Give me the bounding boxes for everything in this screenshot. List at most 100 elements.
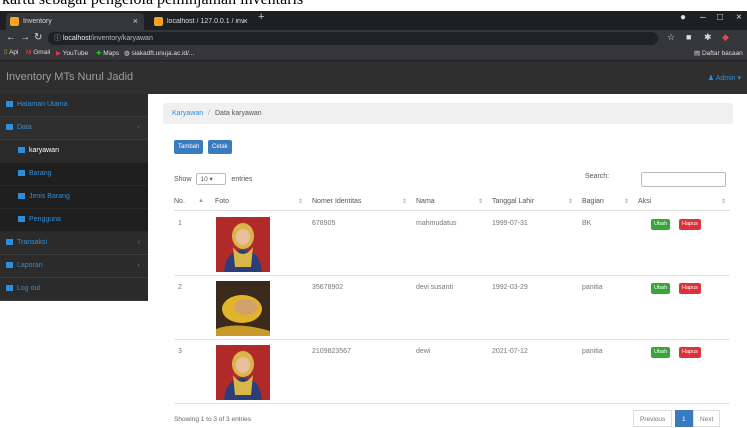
employee-photo (216, 281, 270, 336)
bookmark-gmail[interactable]: M Gmail (26, 49, 50, 56)
delete-button[interactable]: Hapus (679, 283, 701, 294)
delete-button[interactable]: Hapus (679, 219, 701, 230)
tab-title: localhost / 127.0.0.1 / inventory / (167, 18, 245, 25)
chevron-icon: ‹ (137, 124, 140, 131)
url-path: /inventory/karyawan (90, 35, 153, 42)
minimize-icon[interactable]: – (700, 12, 706, 23)
col-nomer-identitas[interactable]: Nomer Identitas (312, 198, 361, 205)
sidebar-item-barang[interactable]: Barang (0, 163, 148, 186)
col-nama[interactable]: Nama (416, 198, 435, 205)
browser-tab-inventory[interactable]: Inventory × (6, 13, 144, 30)
sort-icon[interactable]: ⇕ (721, 198, 726, 205)
inventory-favicon-icon (10, 17, 19, 26)
desktop-icon (18, 170, 25, 177)
back-icon[interactable]: ← (6, 32, 16, 43)
phpmyadmin-favicon-icon (154, 17, 163, 26)
table-icon (6, 239, 13, 246)
bookmarks-bar: ⁞⁞ Apl M Gmail ▶ YouTube ✚ Maps ◍ siakad… (0, 47, 747, 61)
employee-photo (216, 345, 270, 400)
close-window-icon[interactable]: × (736, 12, 742, 23)
table-row: 3 2109823567 dewi 2021-07-12 panitia Uba… (174, 340, 730, 404)
next-page-button[interactable]: Next (693, 410, 721, 427)
sidebar-item-karyawan[interactable]: karyawan (0, 140, 148, 163)
main-content: Karyawan / Data karyawan Tambah Cetak Sh… (148, 94, 747, 427)
extension-icon[interactable]: ■ (686, 32, 691, 42)
bookmark-apps[interactable]: ⁞⁞ Apl (4, 49, 18, 56)
profile-icon[interactable]: ● (680, 12, 686, 23)
sidebar-item-jenis-barang[interactable]: Jenis Barang (0, 186, 148, 209)
browser-tab-strip: Inventory × localhost / 127.0.0.1 / inve… (0, 11, 747, 30)
sort-icon[interactable]: ⇕ (298, 198, 303, 205)
user-icon: ♟ (707, 75, 715, 82)
tab-title: Inventory (23, 18, 52, 25)
col-foto[interactable]: Foto (215, 198, 229, 205)
caption-text: kartu sebagai pengelola peminjaman inven… (2, 0, 303, 9)
close-tab-icon[interactable]: × (243, 16, 248, 26)
edit-button[interactable]: Ubah (651, 283, 671, 294)
search-label: Search: (585, 173, 610, 180)
page-1-button[interactable]: 1 (675, 410, 693, 427)
browser-tab-phpmyadmin[interactable]: localhost / 127.0.0.1 / inventory / × (150, 13, 254, 30)
puzzle-icon[interactable]: ✱ (704, 32, 712, 43)
sidebar-item-transaksi[interactable]: Transaksi ‹ (0, 232, 148, 255)
maximize-icon[interactable]: □ (717, 12, 723, 23)
globe-icon: ◍ (124, 50, 130, 57)
list-icon (18, 193, 25, 200)
app-title[interactable]: Inventory MTs Nurul Jadid (6, 71, 133, 83)
sort-icon[interactable]: ⇕ (624, 198, 629, 205)
edit-button[interactable]: Ubah (651, 347, 671, 358)
sort-asc-icon[interactable]: ▲ (198, 198, 204, 204)
col-no[interactable]: No. (174, 198, 185, 205)
person-photo-icon (216, 345, 270, 400)
bookmark-siakad[interactable]: ◍ siakadft.unuja.ac.id/... (124, 49, 194, 57)
sidebar: Halaman Utama Data ‹ karyawan Barang Jeni… (0, 94, 148, 426)
employee-photo (216, 217, 270, 272)
sidebar-item-laporan[interactable]: Laporan ‹ (0, 255, 148, 278)
report-icon (6, 262, 13, 269)
apps-icon: ⁞⁞ (4, 49, 8, 56)
document-caption: kartu sebagai pengelola peminjaman inven… (0, 0, 747, 11)
person-photo-icon (216, 281, 270, 336)
close-tab-icon[interactable]: × (133, 16, 138, 26)
table-row: 2 35678902 devi susanti 1992-03-29 panit… (174, 276, 730, 340)
chevron-icon: ‹ (137, 239, 140, 246)
sort-icon[interactable]: ⇕ (478, 198, 483, 205)
search-input[interactable] (641, 172, 726, 187)
user-menu[interactable]: ♟ Admin ▾ (708, 74, 741, 82)
col-tanggal-lahir[interactable]: Tanggal Lahir (492, 198, 534, 205)
delete-button[interactable]: Hapus (679, 347, 701, 358)
add-button[interactable]: Tambah (174, 140, 204, 154)
new-tab-button[interactable]: + (258, 11, 264, 23)
entries-select[interactable]: 10 ▾ (196, 173, 227, 185)
sidebar-item-data[interactable]: Data ‹ (0, 117, 148, 140)
table-info: Showing 1 to 3 of 3 entries (174, 416, 251, 423)
user-icon (18, 216, 25, 223)
power-icon (6, 285, 13, 292)
maps-icon: ✚ (96, 50, 102, 57)
reading-list[interactable]: ▤ Daftar bacaan (694, 49, 743, 57)
col-aksi[interactable]: Aksi (638, 198, 651, 205)
app-navbar: Inventory MTs Nurul Jadid ♟ Admin ▾ (0, 61, 747, 94)
sidebar-item-logout[interactable]: Log out (0, 278, 148, 301)
breadcrumb: Karyawan / Data karyawan (163, 103, 733, 124)
sidebar-item-home[interactable]: Halaman Utama (0, 94, 148, 117)
avatar-icon[interactable]: ◆ (722, 32, 729, 43)
users-icon (18, 147, 25, 154)
sidebar-item-pengguna[interactable]: Pengguna (0, 209, 148, 232)
folder-icon (6, 124, 13, 131)
col-bagian[interactable]: Bagian (582, 198, 604, 205)
address-bar[interactable]: ⓘ localhost/inventory/karyawan (48, 32, 658, 45)
breadcrumb-karyawan[interactable]: Karyawan (172, 110, 203, 117)
sort-icon[interactable]: ⇕ (402, 198, 407, 205)
star-icon[interactable]: ☆ (667, 32, 675, 43)
print-button[interactable]: Cetak (208, 140, 232, 154)
reload-icon[interactable]: ↻ (34, 32, 42, 43)
user-name: Admin (715, 75, 736, 82)
bookmark-youtube[interactable]: ▶ YouTube (56, 49, 88, 57)
sort-icon[interactable]: ⇕ (568, 198, 573, 205)
youtube-icon: ▶ (56, 50, 61, 57)
edit-button[interactable]: Ubah (651, 219, 671, 230)
forward-icon[interactable]: → (20, 32, 30, 43)
bookmark-maps[interactable]: ✚ Maps (96, 49, 119, 57)
previous-page-button[interactable]: Previous (633, 410, 673, 427)
